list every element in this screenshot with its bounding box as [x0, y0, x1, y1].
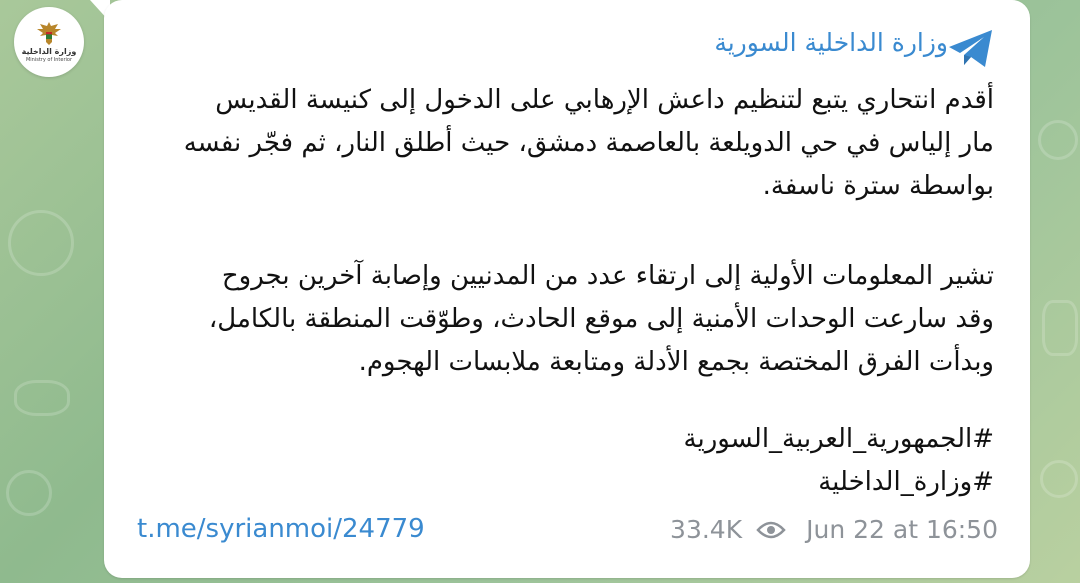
- background-doodle: [8, 210, 74, 276]
- channel-avatar[interactable]: وزارة الداخلية Ministry of Interior: [14, 7, 84, 77]
- view-count: 33.4K: [670, 515, 743, 544]
- background-doodle: [6, 470, 52, 516]
- post-link[interactable]: t.me/syrianmoi/24779: [137, 514, 425, 544]
- message-line: بواسطة سترة ناسفة.: [762, 171, 994, 201]
- message-meta: 33.4K Jun 22 at 16:50: [670, 515, 998, 544]
- message-line: وبدأت الفرق المختصة بجمع الأدلة ومتابعة …: [358, 347, 994, 377]
- hashtags: #الجمهورية_العربية_السورية #وزارة_الداخل…: [104, 418, 994, 504]
- background-doodle: [1040, 460, 1078, 498]
- message-timestamp: Jun 22 at 16:50: [806, 515, 998, 544]
- message-line: تشير المعلومات الأولية إلى ارتقاء عدد من…: [221, 261, 994, 291]
- message-paragraph-2: تشير المعلومات الأولية إلى ارتقاء عدد من…: [104, 255, 994, 384]
- message-paragraph-1: أقدم انتحاري يتبع لتنظيم داعش الإرهابي ع…: [104, 79, 994, 208]
- message-line: أقدم انتحاري يتبع لتنظيم داعش الإرهابي ع…: [215, 85, 994, 115]
- eye-icon: [756, 521, 786, 538]
- eagle-emblem-icon: [37, 22, 61, 45]
- background-doodle: [1042, 300, 1078, 356]
- logo-text-english: Ministry of Interior: [25, 57, 73, 63]
- telegram-icon[interactable]: [946, 27, 996, 71]
- channel-name[interactable]: وزارة الداخلية السورية: [714, 28, 948, 57]
- background-doodle: [14, 380, 70, 416]
- hashtag-link[interactable]: #الجمهورية_العربية_السورية: [104, 418, 994, 461]
- message-line: وقد سارعت الوحدات الأمنية إلى موقع الحاد…: [208, 304, 994, 334]
- hashtag-link[interactable]: #وزارة_الداخلية: [104, 461, 994, 504]
- logo-text-arabic: وزارة الداخلية: [21, 47, 77, 56]
- background-doodle: [1038, 120, 1078, 160]
- message-line: مار إلياس في حي الدويلعة بالعاصمة دمشق، …: [183, 128, 994, 158]
